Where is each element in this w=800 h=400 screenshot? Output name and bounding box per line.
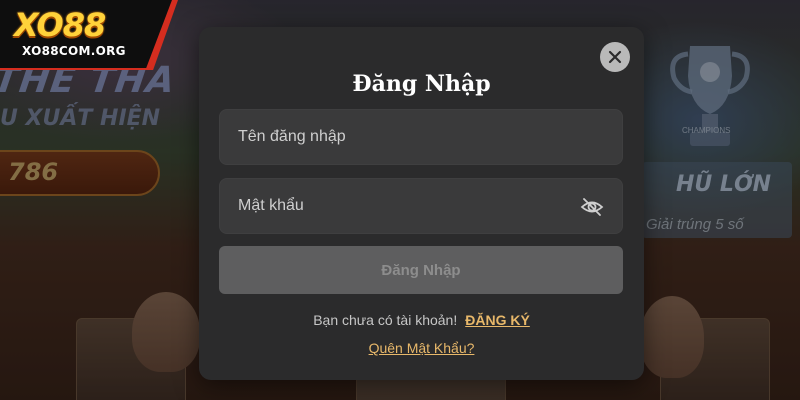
- brand-logo[interactable]: XO88 XO88COM.ORG: [0, 0, 172, 68]
- no-account-text: Bạn chưa có tài khoản!: [313, 312, 458, 328]
- password-field-wrapper: [219, 178, 623, 234]
- eye-off-icon[interactable]: [580, 195, 604, 219]
- login-submit-button[interactable]: Đăng Nhập: [219, 246, 623, 294]
- close-button[interactable]: [600, 42, 630, 72]
- password-input[interactable]: [220, 179, 622, 233]
- username-input[interactable]: [220, 110, 622, 164]
- logo-site-label: XO88COM.ORG: [22, 44, 126, 58]
- signup-row: Bạn chưa có tài khoản! ĐĂNG KÝ: [199, 312, 644, 328]
- forgot-password-link[interactable]: Quên Mật Khẩu?: [199, 340, 644, 356]
- login-modal: Đăng Nhập Đăng Nhập Bạn chưa có tài khoả…: [199, 27, 644, 380]
- modal-title: Đăng Nhập: [352, 71, 491, 97]
- register-link[interactable]: ĐĂNG KÝ: [465, 312, 530, 328]
- close-icon: [608, 50, 622, 64]
- username-field-wrapper: [219, 109, 623, 165]
- logo-text: XO88: [14, 6, 106, 44]
